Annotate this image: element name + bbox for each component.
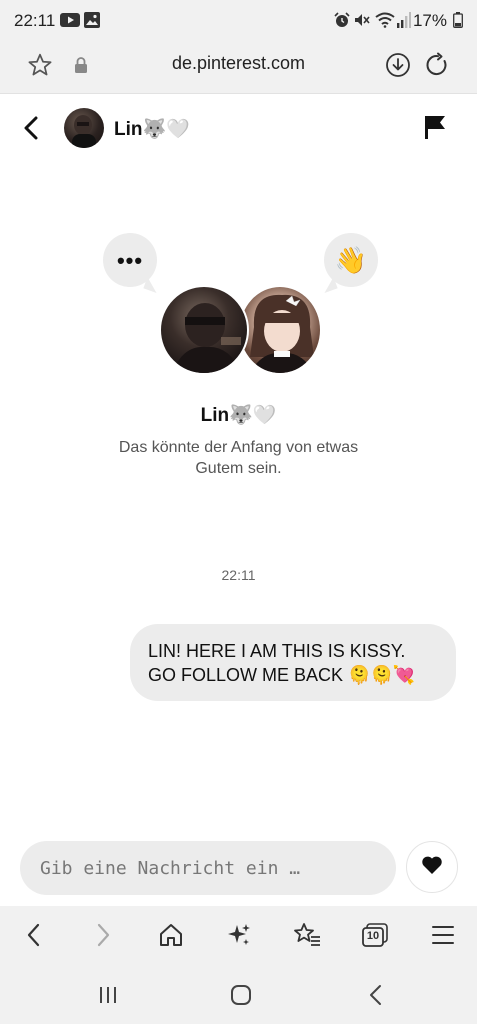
reload-icon[interactable] xyxy=(422,50,452,80)
system-navigation-bar xyxy=(0,964,477,1024)
chat-header: Lin🐺🤍 xyxy=(0,94,477,162)
typing-bubble: ••• xyxy=(103,233,157,287)
dots-icon: ••• xyxy=(116,248,144,273)
back-arrow-icon[interactable] xyxy=(18,114,46,142)
battery-percent: 17% xyxy=(412,11,447,30)
tabs-icon[interactable]: 10 xyxy=(360,920,390,950)
battery-icon xyxy=(453,12,463,33)
wave-bubble: 👋 xyxy=(324,233,378,287)
home-icon[interactable] xyxy=(156,920,186,950)
wave-emoji: 👋 xyxy=(334,245,368,275)
download-icon[interactable] xyxy=(383,50,413,80)
browser-back-icon[interactable] xyxy=(19,920,49,950)
bookmarks-icon[interactable] xyxy=(292,920,322,950)
like-button[interactable] xyxy=(406,841,458,893)
menu-icon[interactable] xyxy=(428,920,458,950)
message-bubble[interactable]: LIN! HERE I AM THIS IS KISSY. GO FOLLOW … xyxy=(130,624,456,701)
user-avatar-large xyxy=(238,285,322,375)
message-input[interactable]: Gib eine Nachricht ein … xyxy=(20,841,396,895)
alarm-icon xyxy=(334,12,350,33)
wifi-icon xyxy=(375,12,395,33)
browser-address-bar: de.pinterest.com xyxy=(0,40,477,94)
avatar[interactable] xyxy=(64,108,104,148)
chat-contact-name[interactable]: Lin🐺🤍 xyxy=(114,117,190,141)
recent-apps-icon[interactable] xyxy=(93,982,123,1008)
signal-icon xyxy=(397,12,411,33)
system-back-icon[interactable] xyxy=(361,982,391,1008)
sparkle-icon[interactable] xyxy=(224,920,254,950)
youtube-icon xyxy=(60,12,80,33)
status-time: 22:11 xyxy=(14,11,56,30)
browser-forward-icon[interactable] xyxy=(88,920,118,950)
system-home-icon[interactable] xyxy=(226,982,256,1008)
message-input-placeholder: Gib eine Nachricht ein … xyxy=(40,857,301,879)
intro-contact-name: Lin🐺🤍 xyxy=(200,405,277,426)
heart-icon xyxy=(421,855,443,880)
browser-toolbar: 10 xyxy=(0,906,477,964)
intro-subtitle: Das könnte der Anfang von etwas Gutem se… xyxy=(118,439,359,477)
mute-icon xyxy=(354,12,370,33)
message-timestamp: 22:11 xyxy=(221,567,256,583)
gallery-icon xyxy=(84,12,100,33)
flag-icon[interactable] xyxy=(423,114,449,140)
status-bar: 22:11 17% xyxy=(0,0,477,40)
tabs-count: 10 xyxy=(366,930,380,942)
contact-avatar-large xyxy=(159,285,249,375)
